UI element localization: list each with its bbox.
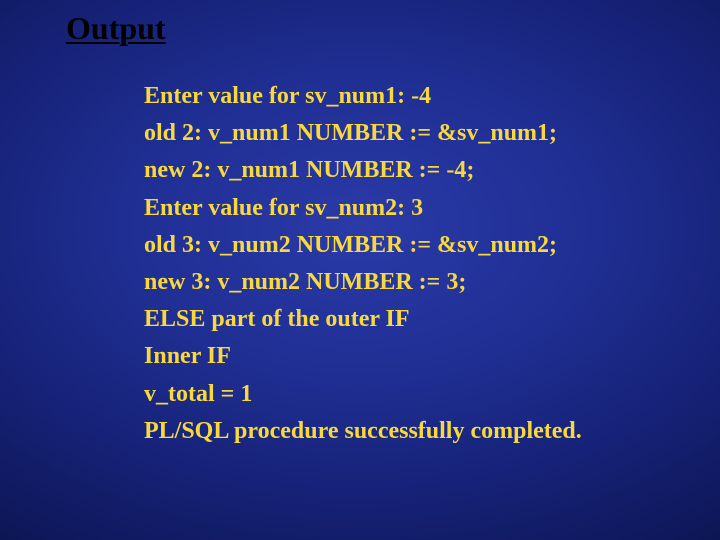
output-line: new 2: v_num1 NUMBER := -4;	[144, 152, 680, 189]
output-line: ELSE part of the outer IF	[144, 301, 680, 338]
output-line: PL/SQL procedure successfully completed.	[144, 413, 680, 450]
output-line: Enter value for sv_num2: 3	[144, 190, 680, 227]
output-line: Inner IF	[144, 338, 680, 375]
output-line: new 3: v_num2 NUMBER := 3;	[144, 264, 680, 301]
output-body: Enter value for sv_num1: -4 old 2: v_num…	[144, 78, 680, 450]
output-line: v_total = 1	[144, 376, 680, 413]
output-line: old 2: v_num1 NUMBER := &sv_num1;	[144, 115, 680, 152]
slide: Output Enter value for sv_num1: -4 old 2…	[0, 0, 720, 540]
output-line: old 3: v_num2 NUMBER := &sv_num2;	[144, 227, 680, 264]
output-heading: Output	[66, 10, 166, 47]
output-line: Enter value for sv_num1: -4	[144, 78, 680, 115]
